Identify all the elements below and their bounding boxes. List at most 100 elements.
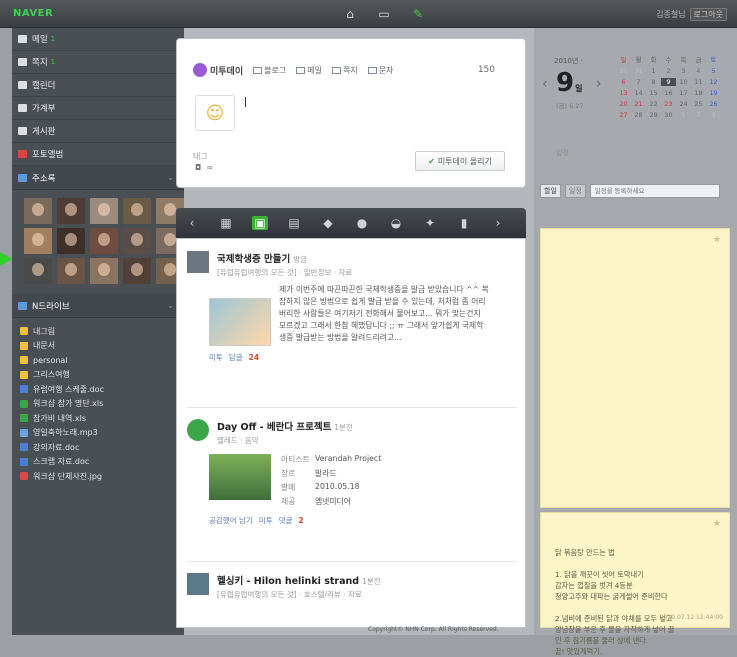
avatar[interactable]	[123, 198, 151, 224]
note-icon[interactable]: ✎	[410, 6, 426, 22]
ndrive-header[interactable]: N드라이브 ⌄	[12, 294, 184, 318]
sidebar-item-ledger[interactable]: 가계부	[12, 97, 184, 120]
star-icon[interactable]: ★	[713, 235, 721, 245]
day-cell[interactable]: 5	[706, 67, 721, 75]
day-cell[interactable]: 28	[631, 111, 646, 119]
file-item[interactable]: 내문서	[20, 339, 184, 354]
home-icon[interactable]: ⌂	[342, 6, 358, 22]
comment-button[interactable]: 댓글	[279, 515, 293, 526]
pin-icon[interactable]: ●	[354, 216, 370, 230]
day-cell[interactable]: 11	[691, 78, 706, 86]
camera-icon[interactable]: ◘	[195, 163, 201, 172]
file-item[interactable]: 유럽여행 스케줄.doc	[20, 382, 184, 397]
day-cell[interactable]: 4	[691, 67, 706, 75]
bookmark-icon[interactable]: ▮	[456, 216, 472, 230]
album-cover[interactable]	[209, 454, 271, 500]
day-cell[interactable]: 6	[616, 78, 631, 86]
day-cell[interactable]: 13	[616, 89, 631, 97]
post-meta[interactable]: [유럽유럽여행의 모든 것] · 일반정보 · 자료	[217, 267, 352, 278]
notebook-icon[interactable]: ▣	[252, 216, 268, 230]
chevron-down-icon[interactable]: ⌄	[167, 301, 174, 310]
day-cell[interactable]: 27	[616, 111, 631, 119]
sticky-note[interactable]: ★	[540, 228, 730, 508]
file-item[interactable]: 영일축하노래.mp3	[20, 426, 184, 441]
day-cell[interactable]: 22	[646, 100, 661, 108]
tag-label[interactable]: 태그	[193, 151, 208, 162]
tab-mail[interactable]: 메일	[296, 65, 322, 76]
logout-button[interactable]: 로그아웃	[689, 8, 727, 21]
day-cell[interactable]: 19	[706, 89, 721, 97]
star-icon[interactable]: ★	[713, 519, 721, 529]
day-cell[interactable]: 31	[631, 67, 646, 75]
avatar[interactable]	[57, 228, 85, 254]
day-cell[interactable]: 2	[691, 111, 706, 119]
day-cell[interactable]: 1	[676, 111, 691, 119]
sidebar-item-photo[interactable]: 포토앨범	[12, 143, 184, 166]
avatar[interactable]	[123, 228, 151, 254]
file-item[interactable]: 참가비 내역.xls	[20, 411, 184, 426]
chat-icon[interactable]: ▤	[286, 216, 302, 230]
day-cell[interactable]: 7	[631, 78, 646, 86]
prev-day-icon[interactable]: ‹	[542, 76, 548, 92]
day-cell[interactable]: 15	[646, 89, 661, 97]
day-cell[interactable]: 8	[646, 78, 661, 86]
user-name[interactable]: 김종철님	[656, 9, 685, 20]
tab-sms[interactable]: 문자	[367, 65, 393, 76]
file-item[interactable]: 스크랩 자료.doc	[20, 455, 184, 470]
tab-todo[interactable]: 할일	[540, 184, 561, 198]
file-item[interactable]: personal	[20, 353, 184, 368]
tab-note[interactable]: 쪽지	[331, 65, 358, 76]
link-icon[interactable]: ∞	[206, 163, 213, 172]
empathy-button[interactable]: 공감했어 남기	[209, 515, 253, 526]
file-item[interactable]: 워크샵 참가 명단.xls	[20, 397, 184, 412]
file-item[interactable]: 강의자료.doc	[20, 440, 184, 455]
file-item[interactable]: 그리스여행	[20, 368, 184, 383]
schedule-input[interactable]	[589, 184, 720, 198]
naver-logo[interactable]: NAVER	[13, 8, 53, 19]
day-cell[interactable]: 12	[706, 78, 721, 86]
avatar[interactable]	[90, 258, 118, 284]
sidebar-item-calendar[interactable]: 캘린더	[12, 74, 184, 97]
post-button[interactable]: ✔ 미투데이 올리기	[415, 151, 505, 171]
day-cell[interactable]: 18	[691, 89, 706, 97]
post-title[interactable]: 국제학생증 만들기	[217, 254, 290, 265]
sticky-note[interactable]: ★ 닭 볶음탕 만드는 법 1. 닭을 깨끗이 씻어 토막내기 감자는 껍질을 …	[540, 512, 730, 656]
post-avatar[interactable]	[187, 573, 209, 595]
avatar[interactable]	[24, 228, 52, 254]
next-day-icon[interactable]: ›	[596, 76, 602, 92]
post-meta[interactable]: [유럽유럽여행의 모든 것] · 호스텔/리뷰 · 자료	[217, 589, 381, 600]
day-cell[interactable]: 3	[706, 111, 721, 119]
avatar[interactable]	[24, 198, 52, 224]
next-icon[interactable]: ›	[490, 216, 506, 230]
cafe-icon[interactable]: ◆	[320, 216, 336, 230]
post-avatar[interactable]	[187, 251, 209, 273]
sidebar-item-mail[interactable]: 메일 1	[12, 28, 184, 51]
file-item[interactable]: 워크샵 단체사진.jpg	[20, 469, 184, 484]
comment-button[interactable]: 담글	[229, 352, 243, 363]
day-cell[interactable]: 10	[676, 78, 691, 86]
day-cell[interactable]: 3	[676, 67, 691, 75]
paw-icon[interactable]: ✦	[422, 216, 438, 230]
day-cell[interactable]: 21	[631, 100, 646, 108]
tab-blog[interactable]: 블로그	[253, 65, 286, 76]
post-thumbnail[interactable]	[209, 298, 271, 346]
day-cell[interactable]: 30	[661, 111, 676, 119]
avatar[interactable]	[123, 258, 151, 284]
day-cell[interactable]: 2	[661, 67, 676, 75]
avatar[interactable]	[57, 258, 85, 284]
sidebar-item-board[interactable]: 게시판	[12, 120, 184, 143]
me2-button[interactable]: 미투	[259, 515, 273, 526]
day-cell[interactable]: 14	[631, 89, 646, 97]
me2day-tab[interactable]: 미투데이	[193, 63, 243, 77]
post-title[interactable]: 헬싱키 - Hilon helinki strand	[217, 576, 359, 587]
avatar[interactable]	[24, 258, 52, 284]
day-cell[interactable]: 25	[691, 100, 706, 108]
avatar[interactable]	[90, 228, 118, 254]
emoticon-button[interactable]: ☺	[195, 95, 235, 131]
post-meta[interactable]: 앨레드 · 음악	[217, 435, 353, 446]
sidebar-item-notes[interactable]: 쪽지 1	[12, 51, 184, 74]
post-title[interactable]: Day Off - 베란다 프로젝트	[217, 422, 331, 433]
calendar-icon[interactable]: ▦	[218, 216, 234, 230]
day-cell[interactable]: 24	[676, 100, 691, 108]
day-cell[interactable]: 20	[616, 100, 631, 108]
